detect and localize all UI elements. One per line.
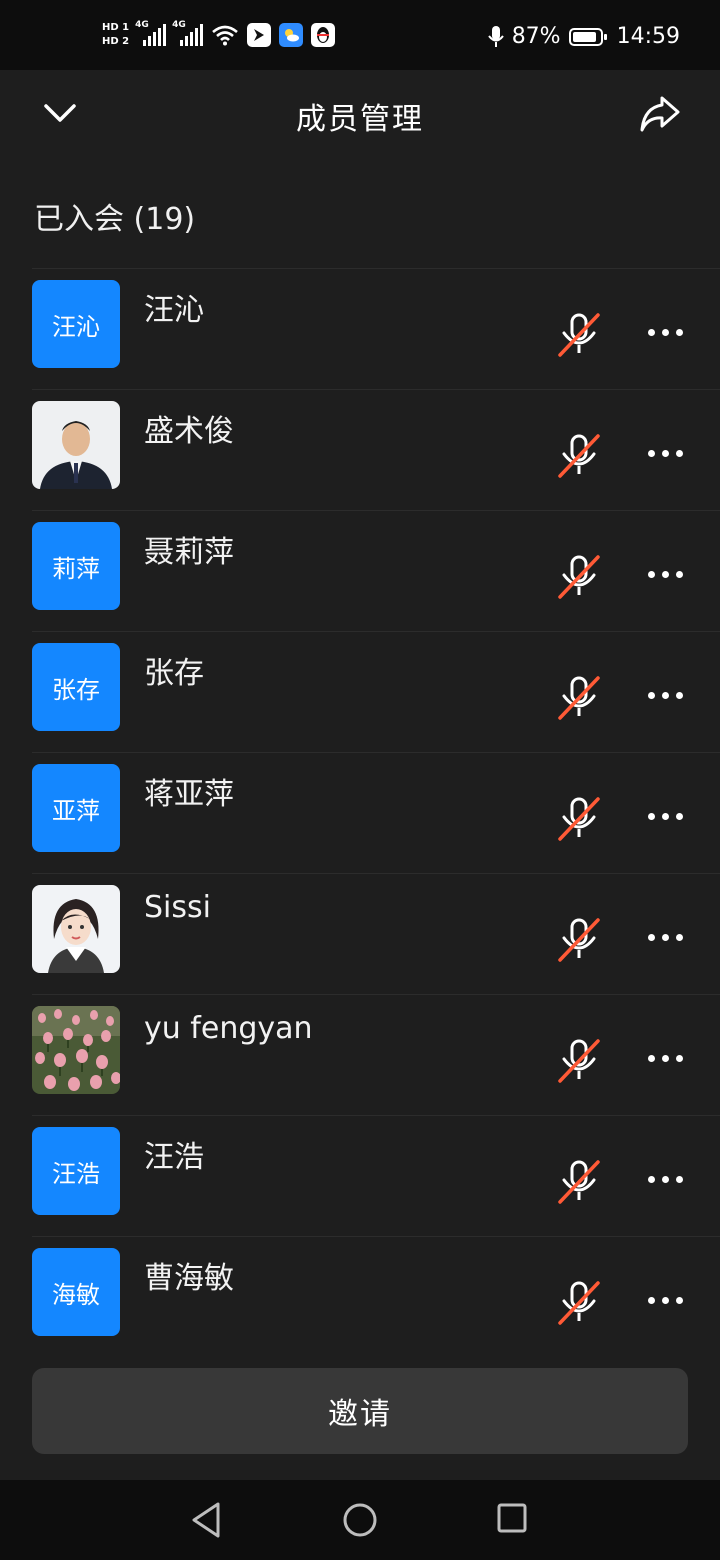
member-list: 汪沁 汪沁 盛术俊 莉萍 聂莉萍 张存 张存 亚萍 蒋亚萍 Sissi yu fengyan 汪浩 汪浩…	[0, 268, 720, 1357]
network-type-label: 4G	[172, 20, 186, 30]
circle-home-icon	[343, 1503, 377, 1537]
member-row[interactable]: yu fengyan	[32, 994, 720, 1115]
member-row[interactable]: 盛术俊	[32, 389, 720, 510]
member-avatar	[32, 1006, 120, 1094]
member-row[interactable]: 汪浩 汪浩	[32, 1115, 720, 1236]
hd1-label: HD 1	[102, 22, 130, 33]
status-bar-left: HD 1 HD 2 4G 4G	[102, 20, 336, 48]
member-name: 聂莉萍	[144, 535, 234, 570]
wifi-icon	[212, 25, 238, 46]
more-options-icon[interactable]	[640, 677, 690, 713]
member-row[interactable]: 莉萍 聂莉萍	[32, 510, 720, 631]
qq-icon	[311, 23, 336, 47]
clock: 14:59	[616, 24, 680, 49]
nav-recent-button[interactable]	[496, 1502, 528, 1534]
member-name: 盛术俊	[144, 414, 234, 449]
arrow-app-icon	[254, 29, 265, 41]
signal-icon: 4G	[172, 20, 204, 46]
member-avatar	[32, 401, 120, 489]
status-bar-right: 87% 14:59	[487, 24, 680, 49]
invite-button[interactable]: 邀请	[32, 1368, 688, 1454]
app-notification-icon	[247, 23, 272, 47]
nav-back-button[interactable]	[188, 1500, 224, 1540]
weather-icon	[279, 23, 304, 47]
penguin-icon	[317, 27, 330, 43]
more-options-icon[interactable]	[640, 1040, 690, 1076]
more-options-icon[interactable]	[640, 314, 690, 350]
page-title: 成员管理	[296, 102, 424, 137]
member-avatar: 莉萍	[32, 522, 120, 610]
header: 成员管理	[0, 70, 720, 160]
microphone-muted-icon[interactable]	[554, 551, 604, 601]
member-management-panel: 成员管理 已入会 (19) 汪沁 汪沁 盛术俊 莉萍 聂莉萍 张存 张存 亚萍 蒋亚萍 Sissi…	[0, 70, 720, 1480]
signal-icon: 4G	[135, 20, 167, 46]
battery-icon	[568, 27, 607, 46]
member-avatar: 汪沁	[32, 280, 120, 368]
microphone-muted-icon[interactable]	[554, 793, 604, 843]
member-avatar: 海敏	[32, 1248, 120, 1336]
hd2-label: HD 2	[102, 36, 130, 47]
member-name: 蒋亚萍	[144, 777, 234, 812]
more-options-icon[interactable]	[640, 556, 690, 592]
microphone-status-icon	[487, 25, 504, 47]
member-name: Sissi	[144, 890, 211, 925]
battery-percent: 87%	[511, 24, 561, 49]
microphone-muted-icon[interactable]	[554, 914, 604, 964]
member-avatar: 汪浩	[32, 1127, 120, 1215]
member-avatar: 张存	[32, 643, 120, 731]
member-row[interactable]: Sissi	[32, 873, 720, 994]
nav-home-button[interactable]	[342, 1502, 378, 1538]
member-name: 汪浩	[144, 1140, 204, 1175]
member-row[interactable]: 张存 张存	[32, 631, 720, 752]
more-options-icon[interactable]	[640, 919, 690, 955]
more-options-icon[interactable]	[640, 798, 690, 834]
status-bar: HD 1 HD 2 4G 4G 87% 14:59	[0, 0, 720, 70]
battery-fill	[572, 31, 596, 42]
network-type-label: 4G	[135, 20, 149, 30]
joined-section-title: 已入会 (19)	[34, 202, 196, 237]
member-name: yu fengyan	[144, 1011, 313, 1046]
member-row[interactable]: 亚萍 蒋亚萍	[32, 752, 720, 873]
system-nav-bar	[0, 1480, 720, 1560]
share-button[interactable]	[636, 92, 684, 136]
more-options-icon[interactable]	[640, 1282, 690, 1318]
member-row[interactable]: 汪沁 汪沁	[32, 268, 720, 389]
microphone-muted-icon[interactable]	[554, 1277, 604, 1327]
member-name: 曹海敏	[144, 1261, 234, 1296]
microphone-muted-icon[interactable]	[554, 309, 604, 359]
sun-cloud-icon	[285, 29, 300, 42]
member-name: 张存	[144, 656, 204, 691]
member-avatar	[32, 885, 120, 973]
hd-indicators: HD 1 HD 2	[102, 22, 129, 48]
microphone-muted-icon[interactable]	[554, 672, 604, 722]
microphone-muted-icon[interactable]	[554, 1035, 604, 1085]
member-avatar: 亚萍	[32, 764, 120, 852]
share-icon	[640, 96, 680, 132]
square-recent-icon	[497, 1503, 527, 1533]
more-options-icon[interactable]	[640, 1161, 690, 1197]
more-options-icon[interactable]	[640, 435, 690, 471]
member-name: 汪沁	[144, 293, 204, 328]
triangle-back-icon	[192, 1502, 220, 1538]
microphone-muted-icon[interactable]	[554, 1156, 604, 1206]
microphone-muted-icon[interactable]	[554, 430, 604, 480]
member-row[interactable]: 海敏 曹海敏	[32, 1236, 720, 1357]
